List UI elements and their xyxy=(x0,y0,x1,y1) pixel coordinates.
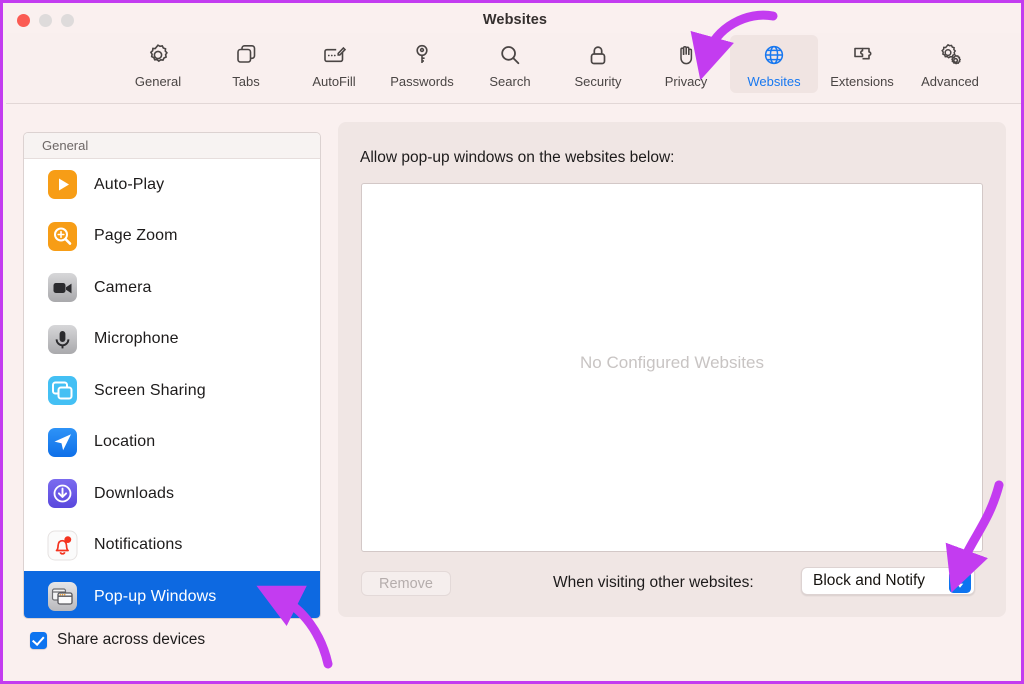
share-across-devices-row[interactable]: Share across devices xyxy=(30,631,205,649)
window-title: Websites xyxy=(6,12,1024,28)
autofill-icon xyxy=(319,40,349,70)
tab-general[interactable]: General xyxy=(114,35,202,93)
screen-sharing-icon xyxy=(46,374,79,407)
sidebar-item-label: Screen Sharing xyxy=(94,382,206,400)
tab-privacy[interactable]: Privacy xyxy=(642,35,730,93)
sidebar-item-label: Auto-Play xyxy=(94,176,164,194)
other-websites-select-value: Block and Notify xyxy=(813,572,925,590)
title-bar: Websites xyxy=(6,6,1024,33)
lock-icon xyxy=(583,40,613,70)
tab-tabs[interactable]: Tabs xyxy=(202,35,290,93)
sidebar-item-auto-play[interactable]: Auto-Play xyxy=(24,159,320,211)
share-across-devices-label: Share across devices xyxy=(57,631,205,649)
sidebar-item-label: Location xyxy=(94,433,155,451)
sidebar-item-downloads[interactable]: Downloads xyxy=(24,468,320,520)
tab-passwords-label: Passwords xyxy=(390,74,454,89)
empty-state-text: No Configured Websites xyxy=(362,353,982,373)
key-icon xyxy=(407,40,437,70)
gear-icon xyxy=(143,40,173,70)
sidebar-item-label: Downloads xyxy=(94,485,174,503)
toolbar-items: General Tabs xyxy=(114,35,994,93)
page-zoom-icon xyxy=(46,220,79,253)
play-icon xyxy=(46,168,79,201)
tab-tabs-label: Tabs xyxy=(232,74,259,89)
sidebar-item-label: Pop-up Windows xyxy=(94,588,216,606)
sidebar-item-screen-sharing[interactable]: Screen Sharing xyxy=(24,365,320,417)
sidebar-item-popup-windows[interactable]: Pop-up Windows xyxy=(24,571,320,619)
tab-search[interactable]: Search xyxy=(466,35,554,93)
chevron-updown-icon xyxy=(949,571,971,593)
tabs-icon xyxy=(231,40,261,70)
tab-search-label: Search xyxy=(489,74,530,89)
tab-passwords[interactable]: Passwords xyxy=(378,35,466,93)
sidebar-item-label: Page Zoom xyxy=(94,227,178,245)
sidebar-item-page-zoom[interactable]: Page Zoom xyxy=(24,211,320,263)
preferences-window: Websites General xyxy=(0,0,1024,684)
sidebar-item-label: Notifications xyxy=(94,536,182,554)
tab-privacy-label: Privacy xyxy=(665,74,708,89)
visiting-other-websites-label: When visiting other websites: xyxy=(553,574,754,592)
globe-icon xyxy=(759,40,789,70)
tab-autofill[interactable]: AutoFill xyxy=(290,35,378,93)
tab-autofill-label: AutoFill xyxy=(312,74,355,89)
gears-icon xyxy=(935,40,965,70)
popup-windows-pane: Allow pop-up windows on the websites bel… xyxy=(338,122,1006,617)
remove-button[interactable]: Remove xyxy=(361,571,451,596)
tab-security-label: Security xyxy=(575,74,622,89)
tab-websites-label: Websites xyxy=(747,74,800,89)
hand-icon xyxy=(671,40,701,70)
configured-websites-list[interactable]: No Configured Websites xyxy=(361,183,983,552)
sidebar-list: Auto-Play Page Zoom xyxy=(24,159,320,619)
tab-security[interactable]: Security xyxy=(554,35,642,93)
sidebar-item-location[interactable]: Location xyxy=(24,417,320,469)
share-across-devices-checkbox[interactable] xyxy=(30,632,47,649)
other-websites-select[interactable]: Block and Notify xyxy=(801,567,975,595)
tab-extensions-label: Extensions xyxy=(830,74,894,89)
downloads-icon xyxy=(46,477,79,510)
preferences-content: General Auto-Play xyxy=(6,104,1024,684)
sidebar-item-microphone[interactable]: Microphone xyxy=(24,314,320,366)
sidebar-item-label: Microphone xyxy=(94,330,179,348)
tab-advanced[interactable]: Advanced xyxy=(906,35,994,93)
camera-icon xyxy=(46,271,79,304)
microphone-icon xyxy=(46,323,79,356)
popup-windows-icon xyxy=(46,580,79,613)
sidebar-item-camera[interactable]: Camera xyxy=(24,262,320,314)
location-icon xyxy=(46,426,79,459)
tab-extensions[interactable]: Extensions xyxy=(818,35,906,93)
sidebar-item-label: Camera xyxy=(94,279,152,297)
pane-title: Allow pop-up windows on the websites bel… xyxy=(360,149,674,167)
search-icon xyxy=(495,40,525,70)
notifications-icon xyxy=(46,529,79,562)
sidebar-header: General xyxy=(24,133,320,159)
tab-general-label: General xyxy=(135,74,181,89)
tab-websites[interactable]: Websites xyxy=(730,35,818,93)
websites-sidebar: General Auto-Play xyxy=(23,132,321,619)
puzzle-icon xyxy=(847,40,877,70)
preferences-toolbar: General Tabs xyxy=(6,33,1024,104)
tab-advanced-label: Advanced xyxy=(921,74,979,89)
sidebar-item-notifications[interactable]: Notifications xyxy=(24,520,320,572)
